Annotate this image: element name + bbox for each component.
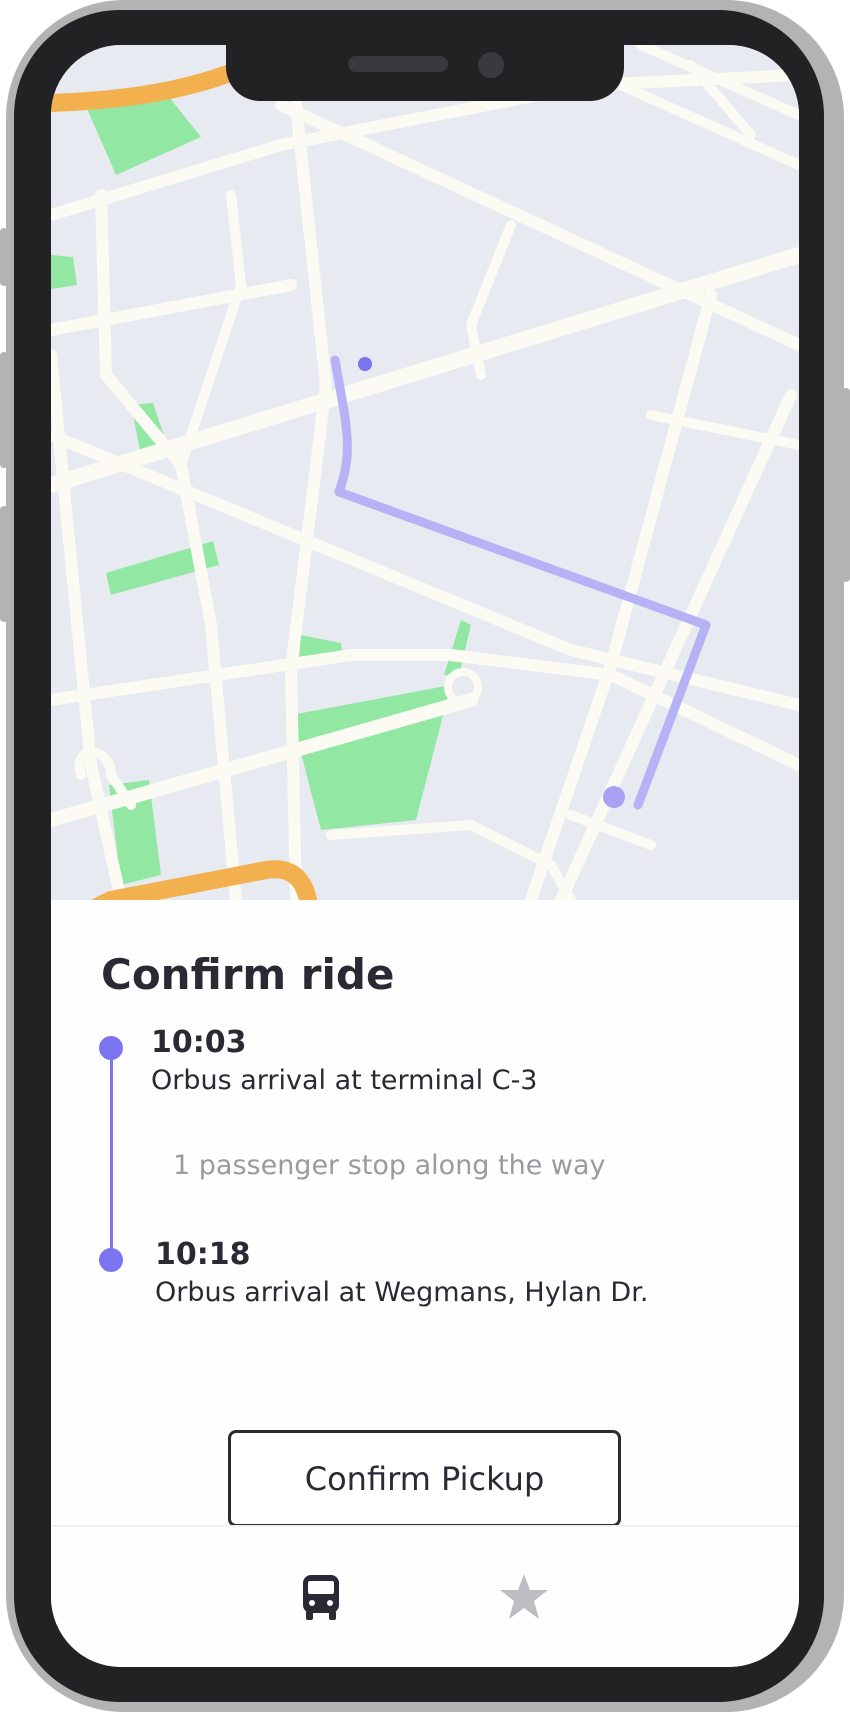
side-button-power <box>842 388 850 582</box>
tab-rides[interactable] <box>291 1567 351 1627</box>
bus-icon <box>303 1575 339 1620</box>
side-button-mute <box>0 228 8 286</box>
star-icon <box>500 1574 548 1619</box>
front-camera <box>478 52 504 78</box>
timeline-dot-start <box>99 1036 123 1060</box>
end-time: 10:18 <box>155 1237 251 1272</box>
end-description: Orbus arrival at Wegmans, Hylan Dr. <box>155 1277 649 1308</box>
route-map[interactable] <box>51 45 799 900</box>
ride-panel: Confirm ride 10:03 Orbus arrival at term… <box>51 900 799 1570</box>
start-time: 10:03 <box>151 1025 247 1060</box>
screen: Confirm ride 10:03 Orbus arrival at term… <box>51 45 799 1667</box>
timeline-dot-end <box>99 1248 123 1272</box>
side-button-volume-down <box>0 506 8 622</box>
side-button-volume-up <box>0 352 8 468</box>
speaker-grille <box>348 56 448 72</box>
confirm-pickup-button[interactable]: Confirm Pickup <box>228 1430 621 1527</box>
timeline-line <box>110 1048 113 1258</box>
phone-notch <box>226 45 624 101</box>
tab-favorites[interactable] <box>494 1567 554 1627</box>
page-title: Confirm ride <box>101 950 395 999</box>
tab-bar <box>51 1525 799 1667</box>
start-description: Orbus arrival at terminal C-3 <box>151 1065 538 1096</box>
stops-note: 1 passenger stop along the way <box>173 1150 606 1181</box>
